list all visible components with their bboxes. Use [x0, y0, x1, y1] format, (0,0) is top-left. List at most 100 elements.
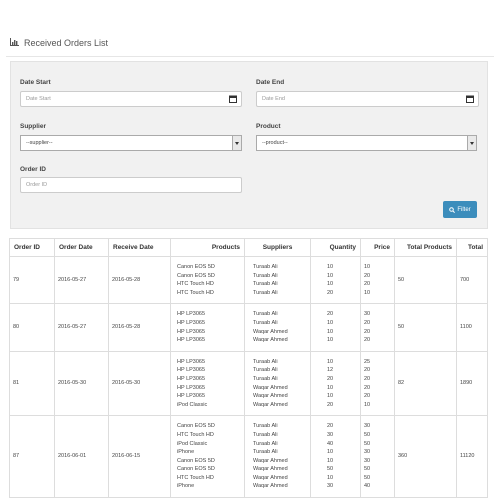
column-header[interactable]: Suppliers	[244, 238, 311, 257]
cell-line: 30	[364, 311, 371, 318]
cell-line: Waqar Ahmed	[253, 401, 288, 408]
supplier-label: Supplier	[20, 123, 47, 130]
table-cell-suppliers: Turaab Ali Turaab Ali Waqar Ahmed Waqar Ahm…	[244, 303, 311, 352]
cell-line: 2016-05-28	[112, 324, 141, 331]
cell-line: Turaab Ali	[253, 431, 278, 438]
cell-line: HP LP3065	[177, 384, 206, 391]
cell-line: 30	[327, 483, 334, 490]
table-cell-suppliers: Turaab Ali Turaab Ali Turaab Ali Turaab Ali	[244, 255, 311, 305]
cell-line: iPhone	[177, 483, 195, 490]
cell-line: 79	[13, 276, 20, 283]
table-cell-total: 1100	[456, 303, 488, 352]
filter-button[interactable]: Filter	[443, 201, 477, 218]
table-cell-order-date: 2016-05-27	[54, 255, 109, 305]
cell-line: HP LP3065	[177, 358, 206, 365]
cell-line: Turaab Ali	[253, 367, 278, 374]
cell-line: iPod Classic	[177, 440, 208, 447]
cell-line: 20	[364, 367, 371, 374]
product-select[interactable]: --product--	[256, 135, 477, 151]
table-cell-price: 30 20 20 20	[360, 303, 395, 352]
table-cell-quantity: 20 10 10 10	[310, 303, 361, 352]
cell-line: 20	[364, 319, 371, 326]
column-header[interactable]: Order ID	[9, 238, 55, 257]
order-id-input[interactable]: Order ID	[20, 177, 242, 193]
table-cell-order-date: 2016-05-27	[54, 303, 109, 352]
date-end-label: Date End	[256, 79, 285, 86]
supplier-select[interactable]: --supplier--	[20, 135, 242, 151]
column-header[interactable]: Order Date	[54, 238, 109, 257]
cell-line: 30	[364, 449, 371, 456]
calendar-icon[interactable]	[466, 95, 474, 103]
product-selected-value: --product--	[262, 140, 288, 146]
table-cell-receive-date: 2016-05-28	[108, 255, 171, 305]
cell-line: HP LP3065	[177, 337, 206, 344]
cell-line: 20	[364, 328, 371, 335]
cell-line: 20	[327, 289, 334, 296]
cell-line: 40	[327, 440, 334, 447]
chevron-down-icon[interactable]	[467, 136, 476, 150]
table-cell-receive-date: 2016-06-15	[108, 415, 171, 499]
cell-line: 20	[364, 281, 371, 288]
table-cell-quantity: 10 10 10 20	[310, 255, 361, 305]
cell-line: 2016-05-28	[112, 276, 141, 283]
table-cell-order-date: 2016-06-01	[54, 415, 109, 499]
cell-line: Turaab Ali	[253, 272, 278, 279]
date-start-input[interactable]: Date Start	[20, 91, 242, 107]
cell-line: HP LP3065	[177, 367, 206, 374]
cell-line: 10	[327, 281, 334, 288]
column-header[interactable]: Total	[456, 238, 488, 257]
cell-line: 80	[13, 324, 20, 331]
cell-line: 10	[327, 393, 334, 400]
table-cell-order-id: 80	[9, 303, 55, 352]
table-cell-price: 10 20 20 10	[360, 255, 395, 305]
column-header[interactable]: Price	[360, 238, 395, 257]
cell-line: 50	[364, 474, 371, 481]
cell-line: 10	[327, 272, 334, 279]
cell-line: 10	[327, 449, 334, 456]
cell-line: 50	[364, 466, 371, 473]
cell-line: 20	[364, 375, 371, 382]
filter-panel: Date Start Date Start Date End Date End …	[10, 61, 488, 229]
cell-line: Turaab Ali	[253, 264, 278, 270]
cell-line: 20	[364, 272, 371, 279]
cell-line: Turaab Ali	[253, 423, 278, 430]
date-end-input[interactable]: Date End	[256, 91, 479, 107]
table-cell-receive-date: 2016-05-30	[108, 350, 171, 417]
cell-line: HP LP3065	[177, 393, 206, 400]
table-cell-products: HP LP3065 HP LP3065 HP LP3065 HP LP3065 HP L…	[170, 350, 245, 417]
table-cell-suppliers: Turaab Ali Turaab Ali Turaab Ali Turaab Ali…	[244, 415, 311, 499]
table-cell-suppliers: Turaab Ali Turaab Ali Turaab Ali Waqar Ahme…	[244, 350, 311, 417]
cell-line: Waqar Ahmed	[253, 393, 288, 400]
cell-line: 20	[327, 401, 334, 408]
cell-line: Waqar Ahmed	[253, 384, 288, 391]
cell-line: HTC Touch HD	[177, 281, 214, 288]
cell-line: 50	[398, 276, 405, 283]
column-header[interactable]: Products	[170, 238, 245, 257]
cell-line: 10	[327, 264, 334, 270]
column-header[interactable]: Total Products	[394, 238, 457, 257]
cell-line: 10	[327, 474, 334, 481]
cell-line: Turaab Ali	[253, 311, 278, 318]
table-row: 81 2016-05-30 2016-05-30 HP LP3065 HP LP3065…	[9, 350, 488, 417]
cell-line: 2016-05-27	[58, 276, 87, 283]
table-cell-total-products: 50	[394, 303, 457, 352]
cell-line: Waqar Ahmed	[253, 457, 288, 464]
cell-line: 20	[327, 311, 334, 318]
date-start-placeholder: Date Start	[26, 96, 51, 102]
calendar-icon[interactable]	[229, 95, 237, 103]
order-id-label: Order ID	[20, 166, 47, 173]
cell-line: 30	[364, 457, 371, 464]
chevron-down-icon[interactable]	[232, 136, 241, 150]
panel-heading: Received Orders List	[6, 30, 494, 57]
cell-line: 30	[364, 423, 371, 430]
cell-line: Waqar Ahmed	[253, 474, 288, 481]
column-header[interactable]: Quantity	[310, 238, 361, 257]
bar-chart-icon	[10, 38, 19, 48]
cell-line: 81	[13, 380, 20, 387]
filter-button-label: Filter	[457, 206, 471, 213]
column-header[interactable]: Receive Date	[108, 238, 171, 257]
date-start-label: Date Start	[20, 79, 51, 86]
table-cell-products: Canon EOS 5D Canon EOS 5D HTC Touch HD HTC …	[170, 255, 245, 305]
table-header-row: Order ID Order Date Receive Date Product…	[9, 238, 488, 257]
table-cell-total: 11120	[456, 415, 488, 499]
